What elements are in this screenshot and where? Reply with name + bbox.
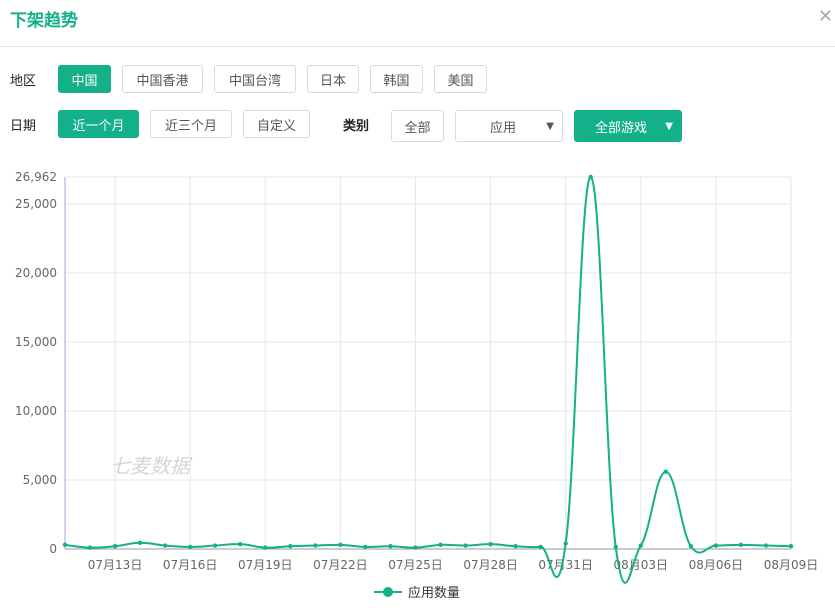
data-point <box>538 544 543 550</box>
data-point <box>488 541 493 547</box>
y-tick-label: 26,962 <box>15 170 57 184</box>
data-point <box>738 542 744 548</box>
series-line <box>64 175 792 584</box>
data-point <box>438 542 443 548</box>
x-tick-label: 07月16日 <box>163 558 218 572</box>
legend-label: 应用数量 <box>408 585 460 601</box>
data-point <box>688 544 694 549</box>
data-point <box>162 543 168 548</box>
data-point <box>388 544 393 549</box>
data-point <box>663 469 669 474</box>
x-tick-label: 08月06日 <box>689 558 744 572</box>
data-point <box>187 544 193 550</box>
data-point <box>763 543 769 548</box>
x-tick-label: 08月03日 <box>614 558 669 572</box>
data-point <box>238 541 243 547</box>
data-point <box>288 544 293 549</box>
x-tick-label: 07月28日 <box>463 558 518 572</box>
y-tick-label: 10,000 <box>15 404 57 418</box>
x-tick-label: 07月25日 <box>388 558 443 572</box>
x-tick-label: 07月31日 <box>538 558 593 572</box>
data-point <box>363 544 368 550</box>
y-tick-label: 0 <box>49 542 57 556</box>
x-tick-label: 08月09日 <box>764 558 819 572</box>
watermark-logo: 七麦数据 <box>110 454 193 478</box>
data-point <box>563 541 568 546</box>
x-tick-label: 07月22日 <box>313 558 368 572</box>
data-point <box>313 543 318 548</box>
trend-chart: 七麦数据 0 5,000 10,000 15,000 20,000 25,000 26,96… <box>15 170 819 601</box>
legend-marker <box>383 587 393 597</box>
data-point <box>112 544 118 549</box>
data-point <box>263 545 268 550</box>
data-point <box>463 543 468 548</box>
y-tick-label: 20,000 <box>15 266 57 280</box>
data-point <box>613 544 618 550</box>
data-point <box>413 545 418 550</box>
data-point <box>213 543 218 548</box>
data-point <box>513 544 518 549</box>
data-point <box>338 542 343 548</box>
y-tick-label: 15,000 <box>15 335 57 349</box>
data-point <box>588 174 593 180</box>
data-point <box>87 545 93 550</box>
data-point <box>638 543 643 548</box>
data-point <box>788 544 794 549</box>
y-tick-label: 5,000 <box>23 473 57 487</box>
x-tick-label: 07月19日 <box>238 558 293 572</box>
x-tick-label: 07月13日 <box>88 558 143 572</box>
y-tick-label: 25,000 <box>15 197 57 211</box>
data-point <box>713 543 719 548</box>
data-point <box>62 542 68 548</box>
data-point <box>137 540 143 545</box>
